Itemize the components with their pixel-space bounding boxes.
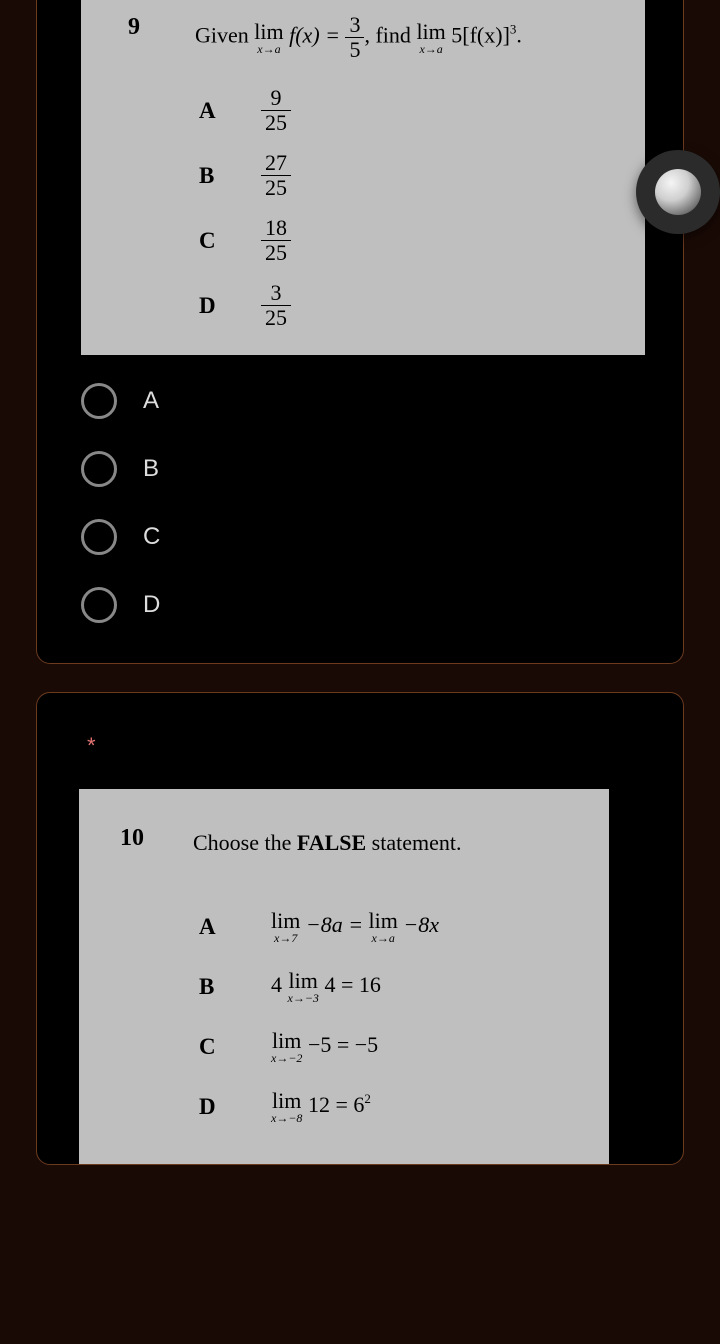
question-card-10: * 10 Choose the FALSE statement. A limx→…: [36, 692, 684, 1165]
answer-choice-B[interactable]: B: [81, 451, 639, 487]
option-A: A 925: [111, 87, 615, 134]
answer-choice-C[interactable]: C: [81, 519, 639, 555]
assistive-touch-icon: [655, 169, 701, 215]
option-C: C limx→−2 −5 = −5: [109, 1030, 579, 1064]
question-number: 10: [109, 825, 155, 852]
required-marker: *: [37, 733, 683, 789]
option-D: D limx→−8 12 = 62: [109, 1090, 579, 1124]
question-text: Choose the FALSE statement.: [193, 825, 579, 860]
choice-label: B: [143, 455, 159, 483]
choice-label: C: [143, 523, 160, 551]
question-text: Given limx→a f(x) = 35, find limx→a 5[f(…: [195, 14, 615, 61]
question-image-9: 9 Given limx→a f(x) = 35, find limx→a 5[…: [81, 0, 645, 355]
radio-icon: [81, 519, 117, 555]
option-C: C 1825: [111, 217, 615, 264]
assistive-touch-button[interactable]: [636, 150, 720, 234]
question-card-9: 9 Given limx→a f(x) = 35, find limx→a 5[…: [36, 0, 684, 664]
answer-choice-D[interactable]: D: [81, 587, 639, 623]
radio-icon: [81, 451, 117, 487]
question-number: 9: [111, 14, 157, 41]
choice-label: D: [143, 591, 160, 619]
radio-icon: [81, 587, 117, 623]
question-image-10: 10 Choose the FALSE statement. A limx→7 …: [79, 789, 609, 1164]
answer-choice-A[interactable]: A: [81, 383, 639, 419]
option-B: B 4 limx→−3 4 = 16: [109, 970, 579, 1004]
answer-choices-9: A B C D: [37, 355, 683, 663]
radio-icon: [81, 383, 117, 419]
option-B: B 2725: [111, 152, 615, 199]
option-D: D 325: [111, 282, 615, 329]
option-A: A limx→7 −8a = limx→a −8x: [109, 910, 579, 944]
choice-label: A: [143, 387, 159, 415]
